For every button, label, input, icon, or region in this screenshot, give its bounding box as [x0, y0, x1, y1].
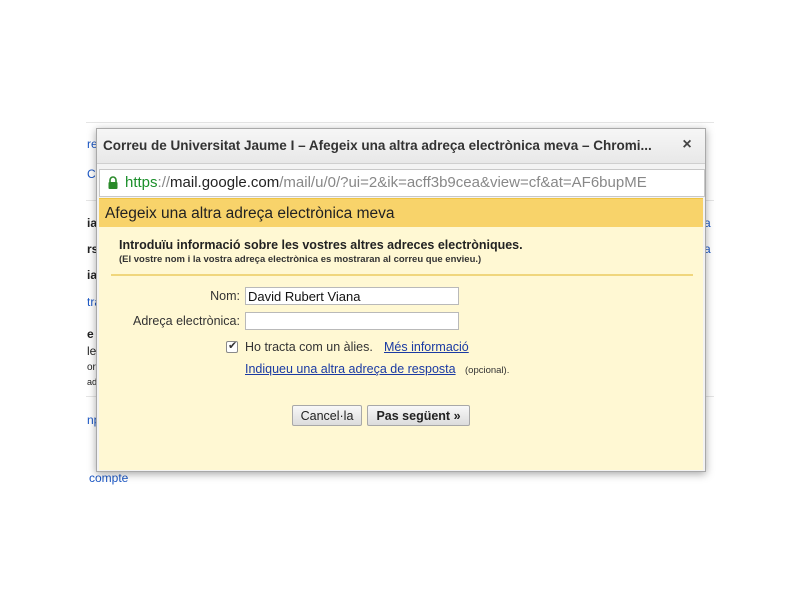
background-heading-fragment: ia	[87, 216, 96, 230]
dialog-divider	[111, 274, 693, 276]
dialog-intro-subtext: (El vostre nom i la vostra adreça electr…	[119, 254, 482, 265]
background-heading-fragment: e	[87, 327, 94, 341]
window-titlebar[interactable]: Correu de Universitat Jaume I – Afegeix …	[97, 129, 705, 164]
background-account-link[interactable]: compte	[89, 471, 139, 485]
popup-window: Correu de Universitat Jaume I – Afegeix …	[96, 128, 706, 472]
background-heading-fragment: rs	[87, 242, 96, 256]
checkmark-icon: ✔	[228, 340, 238, 352]
background-link-fragment[interactable]: np	[87, 413, 96, 427]
dialog-title: Afegeix una altra adreça electrònica mev…	[105, 205, 395, 222]
background-link-fragment[interactable]: tra	[87, 295, 96, 309]
dialog-intro: Introduïu informació sobre les vostres a…	[119, 238, 523, 252]
url-host: mail.google.com	[170, 174, 280, 191]
url-scheme: https	[125, 174, 158, 191]
close-icon[interactable]: ×	[679, 136, 695, 154]
name-label: Nom:	[210, 289, 240, 303]
add-address-dialog: Afegeix una altra adreça electrònica mev…	[99, 198, 703, 470]
email-field[interactable]	[245, 312, 459, 330]
cancel-button[interactable]: Cancel·la	[292, 405, 362, 426]
window-title: Correu de Universitat Jaume I – Afegeix …	[103, 138, 652, 153]
dialog-header: Afegeix una altra adreça electrònica mev…	[99, 199, 703, 227]
background-text-fragment: ore	[87, 362, 96, 373]
address-bar[interactable]: https://mail.google.com/mail/u/0/?ui=2&i…	[99, 169, 705, 197]
background-text-fragment: le	[87, 344, 96, 358]
background-text-fragment: adr	[87, 377, 96, 387]
reply-to-link[interactable]: Indiqueu una altra adreça de resposta	[245, 362, 456, 376]
name-field[interactable]	[245, 287, 459, 305]
optional-note: (opcional).	[465, 365, 510, 376]
alias-label: Ho tracta com un àlies.	[245, 340, 373, 354]
email-label: Adreça electrònica:	[132, 314, 240, 328]
background-heading-fragment: ia	[87, 268, 96, 282]
alias-checkbox[interactable]: ✔	[226, 340, 238, 353]
background-link-fragment[interactable]: re	[87, 137, 96, 151]
background-divider	[86, 122, 714, 123]
more-info-link[interactable]: Més informació	[384, 340, 469, 354]
lock-icon	[108, 176, 118, 189]
url-path: /mail/u/0/?ui=2&ik=acff3b9cea&view=cf&at…	[279, 174, 647, 191]
next-step-button[interactable]: Pas següent »	[367, 405, 470, 426]
background-link-fragment[interactable]: Cr	[87, 167, 96, 181]
url-text: https://mail.google.com/mail/u/0/?ui=2&i…	[125, 174, 701, 191]
url-separator: ://	[157, 174, 171, 191]
